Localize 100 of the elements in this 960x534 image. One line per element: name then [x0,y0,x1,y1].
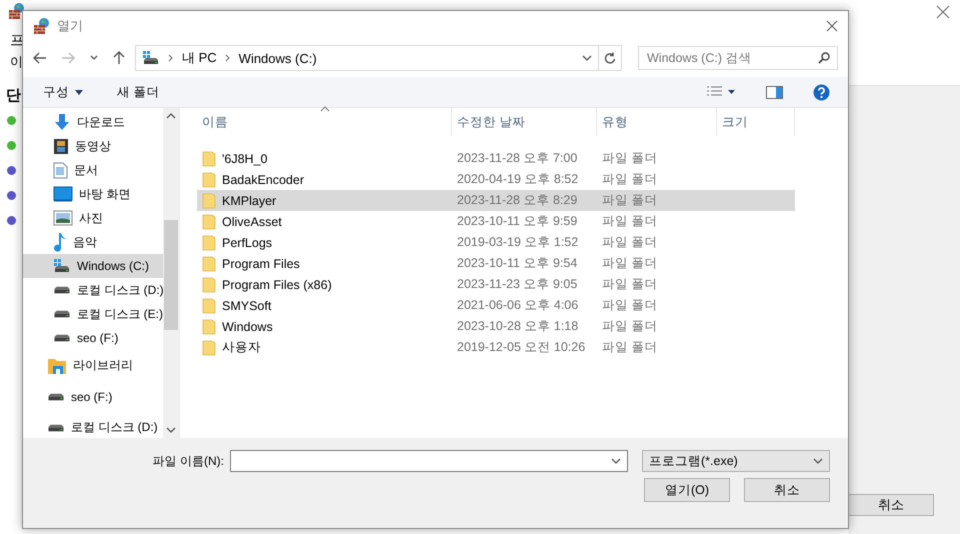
address-bar[interactable]: 내 PC Windows (C:) [135,45,599,71]
nav-item[interactable]: 바탕 화면 [23,182,163,206]
modified-date: 2023-10-11 오후 9:54 [456,255,578,272]
music-note-icon [53,232,67,252]
library-folder-icon [47,356,67,374]
nav-item[interactable]: seo (F:) [23,326,163,350]
refresh-icon [604,52,616,64]
file-name: BadakEncoder [222,172,304,186]
search-icon [818,52,830,64]
file-row[interactable]: '6J8H_0 2023-11-28 오후 7:00 파일 폴더 [197,148,795,169]
app-icon [33,17,51,35]
drive-icon [54,310,70,318]
nav-item[interactable]: 라이브러리 [23,350,163,381]
view-options-icon[interactable] [706,86,736,98]
file-type: 파일 폴더 [601,318,658,335]
help-icon[interactable] [813,84,830,100]
file-row[interactable]: Windows 2023-10-28 오후 1:18 파일 폴더 [197,316,795,337]
file-type: 파일 폴더 [601,171,658,188]
folder-icon [202,234,216,250]
nav-item[interactable]: 문서 [23,158,163,182]
file-row[interactable]: KMPlayer 2023-11-28 오후 8:29 파일 폴더 [197,190,795,211]
close-icon[interactable] [826,20,838,32]
modified-date: 2023-11-28 오후 7:00 [456,150,578,167]
file-name: 사용자 [222,339,261,356]
close-icon[interactable] [935,4,951,20]
refresh-button[interactable] [598,45,622,71]
file-type: 파일 폴더 [601,255,658,272]
file-name: '6J8H_0 [222,152,268,166]
file-type: 파일 폴더 [601,297,658,314]
file-row[interactable]: Program Files 2023-10-11 오후 9:54 파일 폴더 [197,253,795,274]
nav-item[interactable]: seo (F:) [23,381,163,412]
file-type: 파일 폴더 [601,276,658,293]
breadcrumb-item[interactable]: 내 PC [182,49,217,67]
modified-date: 2023-11-28 오후 8:29 [456,192,578,209]
drive-icon [54,334,70,342]
file-row[interactable]: BadakEncoder 2020-04-19 오후 8:52 파일 폴더 [197,169,795,190]
dropdown-icon[interactable] [813,457,823,465]
file-row[interactable]: 사용자 2019-12-05 오전 10:26 파일 폴더 [197,337,795,358]
dialog-title: 열기 [57,17,83,35]
modified-date: 2023-10-11 오후 9:59 [456,213,578,230]
folder-icon [202,214,216,230]
column-header[interactable]: 이름 [197,108,452,136]
nav-item[interactable]: Windows (C:) [23,254,163,278]
folder-icon [202,318,216,334]
cancel-button[interactable]: 취소 [848,494,934,516]
document-icon [53,162,68,178]
up-arrow-icon[interactable] [113,51,125,65]
nav-item[interactable]: 다운로드 [23,110,163,134]
search-field[interactable]: Windows (C:) 검색 [638,46,838,70]
drive-icon [54,286,70,294]
folder-icon [202,340,216,356]
file-name: OliveAsset [222,214,282,228]
nav-item[interactable]: 로컬 디스크 (D:) [23,412,163,438]
preview-pane-icon[interactable] [766,86,783,98]
description-text: 이 [10,53,23,71]
file-type-dropdown[interactable]: 프로그램(*.exe) [642,450,830,472]
nav-item[interactable]: 동영상 [23,134,163,158]
file-name: Windows [222,320,273,334]
file-row[interactable]: OliveAsset 2023-10-11 오후 9:59 파일 폴더 [197,211,795,232]
modified-date: 2021-06-06 오후 4:06 [456,297,580,314]
file-row[interactable]: SMYSoft 2021-06-06 오후 4:06 파일 폴더 [197,295,795,316]
open-button[interactable]: 열기(O) [644,478,730,502]
nav-item[interactable]: 사진 [23,206,163,230]
recent-dropdown-icon[interactable] [89,54,99,62]
file-name: SMYSoft [222,298,272,312]
file-name: KMPlayer [222,194,276,208]
breadcrumb-item[interactable]: Windows (C:) [238,50,317,66]
folder-icon [202,192,216,208]
organize-button[interactable]: 구성 [41,82,85,102]
nav-item[interactable]: 음악 [23,230,163,254]
folder-icon [202,172,216,188]
scroll-up-icon[interactable] [166,112,176,120]
new-folder-button[interactable]: 새 폴더 [115,82,162,102]
column-header[interactable]: 수정한 날짜 [452,108,597,136]
modified-date: 2020-04-19 오후 8:52 [456,171,580,188]
caret-icon [75,90,83,94]
filename-field[interactable] [230,450,628,472]
back-arrow-icon[interactable] [33,52,47,64]
nav-item[interactable]: 로컬 디스크 (E:) [23,302,163,326]
scroll-down-icon[interactable] [166,426,176,434]
folder-icon [202,256,216,272]
desktop-icon [53,186,73,202]
scrollbar-thumb[interactable] [164,220,178,330]
nav-item[interactable]: 로컬 디스크 (D:) [23,278,163,302]
modified-date: 2019-03-19 오후 1:52 [456,234,580,251]
chevron-icon [168,54,174,62]
dropdown-icon[interactable] [611,457,621,465]
file-name: PerfLogs [222,236,272,250]
steps-heading: 단 [6,86,21,105]
modified-date: 2019-12-05 오전 10:26 [456,339,586,356]
picture-icon [53,210,73,226]
file-row[interactable]: Program Files (x86) 2023-11-23 오후 9:05 파일 폴더 [197,274,795,295]
system-drive-icon [142,50,160,66]
cancel-button[interactable]: 취소 [744,478,830,502]
modified-date: 2023-11-23 오후 9:05 [456,276,578,293]
dropdown-icon[interactable] [582,54,592,62]
column-header[interactable]: 유형 [597,108,717,136]
column-header[interactable]: 크기 [717,108,795,136]
file-row[interactable]: PerfLogs 2019-03-19 오후 1:52 파일 폴더 [197,232,795,253]
folder-icon [202,298,216,314]
